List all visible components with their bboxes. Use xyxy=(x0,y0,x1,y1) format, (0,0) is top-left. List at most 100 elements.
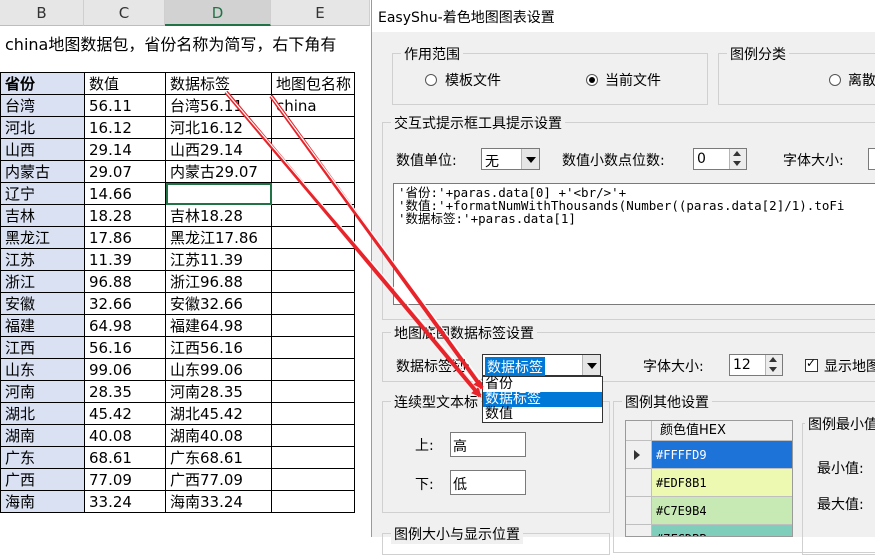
header-value[interactable]: 数值 xyxy=(84,72,166,95)
dropdown-option-province[interactable]: 省份 xyxy=(483,377,602,392)
radio-template-label[interactable]: 模板文件 xyxy=(445,70,501,90)
cell-label[interactable]: 河南28.35 xyxy=(165,380,272,403)
cell-label[interactable]: 黑龙江17.86 xyxy=(165,226,272,249)
cell-value[interactable]: 17.86 xyxy=(84,226,166,249)
radio-discrete-label[interactable]: 离散 xyxy=(848,70,875,90)
cell-value[interactable]: 33.24 xyxy=(84,490,166,513)
cell-province[interactable]: 广西 xyxy=(0,468,85,491)
sheet-note[interactable]: china地图数据包，省份名称为简写，右下角有 xyxy=(5,31,336,55)
cell-map-pack[interactable] xyxy=(271,358,355,381)
cell-value[interactable]: 45.42 xyxy=(84,402,166,425)
cell-label[interactable]: 河北16.12 xyxy=(165,116,272,139)
cell-label[interactable]: 江苏11.39 xyxy=(165,248,272,271)
cell-label[interactable]: 海南33.24 xyxy=(165,490,272,513)
cell-value[interactable]: 11.39 xyxy=(84,248,166,271)
dropdown-option-label[interactable]: 数据标签 xyxy=(483,392,602,407)
cell-province[interactable]: 安徽 xyxy=(0,292,85,315)
cell-province[interactable]: 台湾 xyxy=(0,94,85,117)
cell-label[interactable]: 浙江96.88 xyxy=(165,270,272,293)
cell-map-pack[interactable] xyxy=(271,182,355,205)
unit-select[interactable]: 无 xyxy=(481,148,540,170)
spinner-buttons[interactable] xyxy=(729,149,746,169)
cell-label[interactable]: 内蒙古29.07 xyxy=(165,160,272,183)
cell-value[interactable]: 28.35 xyxy=(84,380,166,403)
legend-color-cell[interactable]: #C7E9B4 xyxy=(652,497,792,525)
cell-label[interactable]: 广东68.61 xyxy=(165,446,272,469)
radio-current-label[interactable]: 当前文件 xyxy=(605,70,661,90)
dropdown-option-value[interactable]: 数值 xyxy=(483,407,602,422)
row-header[interactable] xyxy=(626,497,652,525)
cell-province[interactable]: 黑龙江 xyxy=(0,226,85,249)
cell-province[interactable]: 海南 xyxy=(0,490,85,513)
spinner-buttons[interactable] xyxy=(765,355,782,375)
cell-province[interactable]: 山西 xyxy=(0,138,85,161)
cell-value[interactable]: 56.16 xyxy=(84,336,166,359)
cell-value[interactable]: 56.11 xyxy=(84,94,166,117)
cell-map-pack[interactable] xyxy=(271,468,355,491)
label-column-dropdown[interactable]: 省份 数据标签 数值 xyxy=(482,376,603,423)
cell-value[interactable]: 18.28 xyxy=(84,204,166,227)
chevron-down-icon[interactable] xyxy=(521,149,539,169)
cell-province[interactable]: 河北 xyxy=(0,116,85,139)
cell-label[interactable]: 广西77.09 xyxy=(165,468,272,491)
cell-province[interactable]: 福建 xyxy=(0,314,85,337)
cell-province[interactable]: 内蒙古 xyxy=(0,160,85,183)
cell-value[interactable]: 40.08 xyxy=(84,424,166,447)
cell-value[interactable]: 14.66 xyxy=(84,182,166,205)
cell-value[interactable]: 68.61 xyxy=(84,446,166,469)
column-header-b[interactable]: B xyxy=(0,0,84,26)
radio-current-file[interactable] xyxy=(586,74,598,86)
radio-discrete[interactable] xyxy=(829,74,841,86)
show-map-label[interactable]: 显示地图 xyxy=(824,356,875,376)
cell-value[interactable]: 96.88 xyxy=(84,270,166,293)
spin-down-icon[interactable] xyxy=(733,161,741,166)
cell-map-pack[interactable] xyxy=(271,424,355,447)
column-header-d[interactable]: D xyxy=(165,0,271,26)
column-header-e[interactable]: E xyxy=(271,0,370,26)
row-header[interactable] xyxy=(626,469,652,497)
cell-value[interactable]: 29.14 xyxy=(84,138,166,161)
cell-label[interactable]: 山西29.14 xyxy=(165,138,272,161)
cell-value[interactable]: 32.66 xyxy=(84,292,166,315)
row-header[interactable] xyxy=(626,525,652,536)
cell-map-pack[interactable] xyxy=(271,490,355,513)
row-header[interactable] xyxy=(626,441,652,469)
header-map-pack[interactable]: 地图包名称 xyxy=(271,72,355,95)
cell-label[interactable]: 台湾56.11 xyxy=(165,94,272,117)
show-map-checkbox[interactable] xyxy=(805,356,818,372)
cell-province[interactable]: 河南 xyxy=(0,380,85,403)
cell-province[interactable]: 辽宁 xyxy=(0,182,85,205)
legend-color-cell[interactable]: #7FCDBB xyxy=(652,525,792,536)
legend-color-cell[interactable]: #FFFFD9 xyxy=(652,441,792,469)
column-header-c[interactable]: C xyxy=(84,0,165,26)
cell-value[interactable]: 64.98 xyxy=(84,314,166,337)
cell-map-pack[interactable] xyxy=(271,270,355,293)
cell-label[interactable] xyxy=(165,182,272,205)
decimals-spinner[interactable]: 0 xyxy=(693,148,747,170)
spin-up-icon[interactable] xyxy=(769,357,777,362)
map-font-size-spinner[interactable]: 12 xyxy=(729,354,783,376)
lower-input[interactable]: 低 xyxy=(450,470,526,495)
cell-label[interactable]: 江西56.16 xyxy=(165,336,272,359)
chevron-down-icon[interactable] xyxy=(582,355,600,375)
cell-map-pack[interactable] xyxy=(271,116,355,139)
cell-map-pack[interactable] xyxy=(271,314,355,337)
tooltip-font-size-select[interactable] xyxy=(868,148,875,170)
cell-map-pack[interactable] xyxy=(271,402,355,425)
cell-map-pack[interactable] xyxy=(271,226,355,249)
cell-province[interactable]: 吉林 xyxy=(0,204,85,227)
dialog-titlebar[interactable]: EasyShu-着色地图图表设置 xyxy=(372,0,875,32)
legend-color-cell[interactable]: #EDF8B1 xyxy=(652,469,792,497)
cell-value[interactable]: 77.09 xyxy=(84,468,166,491)
cell-province[interactable]: 江西 xyxy=(0,336,85,359)
cell-value[interactable]: 29.07 xyxy=(84,160,166,183)
legend-color-grid[interactable]: 颜色值HEX #FFFFD9#EDF8B1#C7E9B4#7FCDBB xyxy=(625,420,793,537)
cell-map-pack[interactable] xyxy=(271,446,355,469)
cell-label[interactable]: 山东99.06 xyxy=(165,358,272,381)
cell-map-pack[interactable] xyxy=(271,138,355,161)
cell-map-pack[interactable] xyxy=(271,248,355,271)
cell-label[interactable]: 吉林18.28 xyxy=(165,204,272,227)
cell-label[interactable]: 湖南40.08 xyxy=(165,424,272,447)
cell-map-pack[interactable]: china xyxy=(271,94,355,117)
cell-map-pack[interactable] xyxy=(271,204,355,227)
